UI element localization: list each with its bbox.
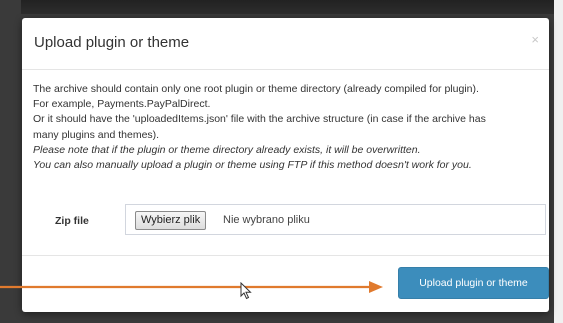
arrow-annotation-icon	[0, 281, 383, 293]
mouse-cursor-icon	[240, 282, 252, 300]
